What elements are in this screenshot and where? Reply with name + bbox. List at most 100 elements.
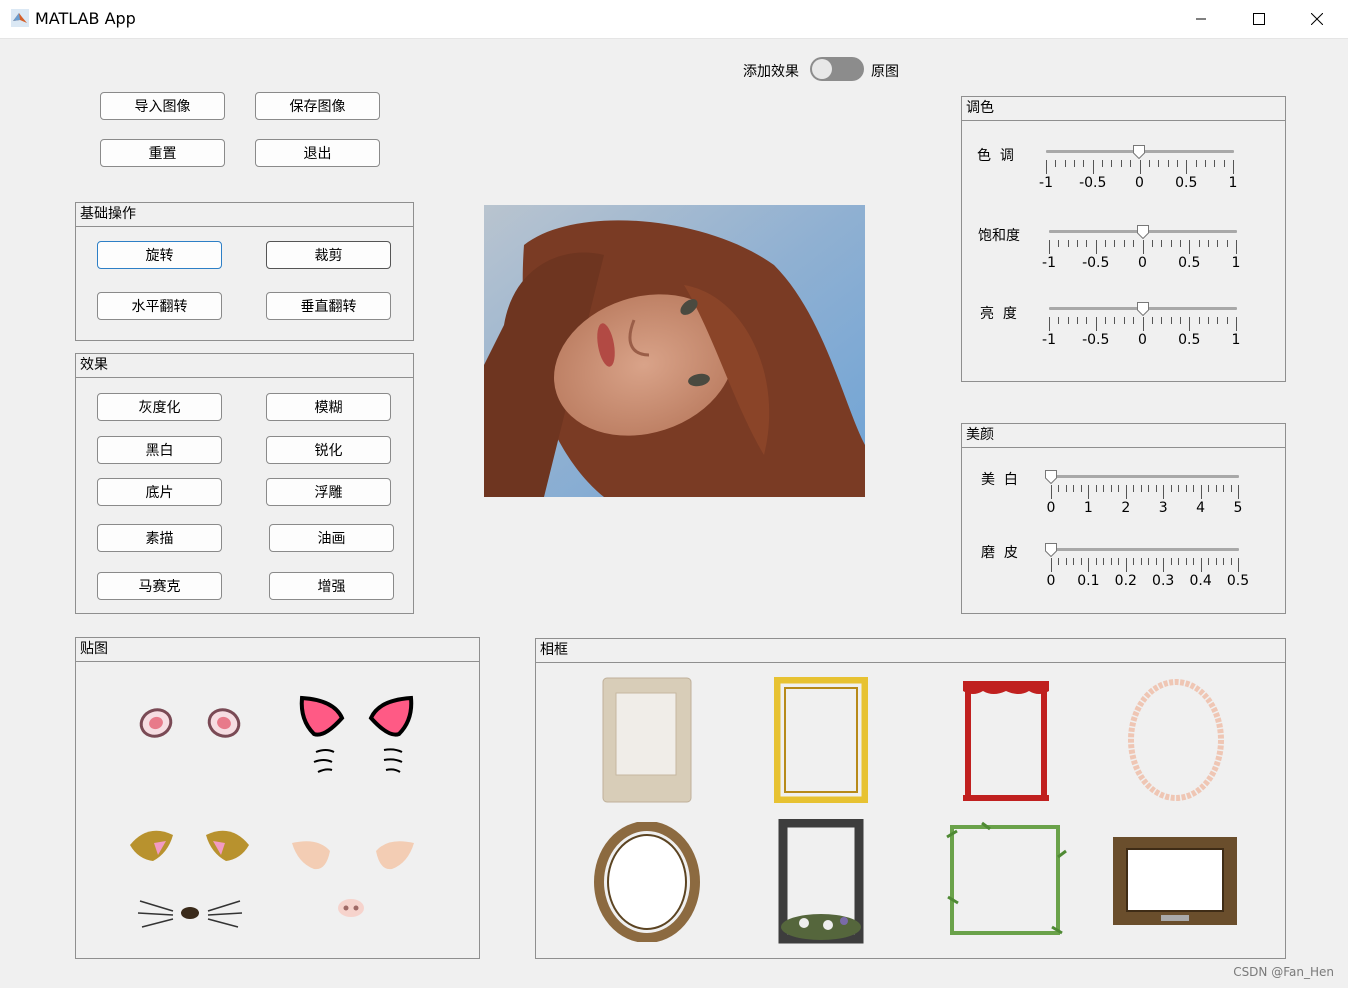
slider-tick — [1201, 485, 1202, 499]
slider-tick-label: 0.3 — [1152, 573, 1175, 589]
slider-tick — [1152, 240, 1153, 247]
toggle-knob[interactable] — [812, 59, 832, 79]
wooden-frame[interactable] — [1111, 835, 1239, 927]
slider-tick-label: 0.4 — [1189, 573, 1212, 589]
slider-tick — [1186, 485, 1187, 492]
slider-tick — [1111, 485, 1112, 492]
slider-ticks — [1049, 317, 1237, 331]
slider-tick — [1224, 160, 1225, 167]
emboss-button[interactable]: 浮雕 — [266, 478, 391, 506]
slider-tick — [1208, 558, 1209, 565]
gold-ornate-frame[interactable] — [774, 677, 868, 803]
slider-tick — [1046, 160, 1047, 174]
slider-tick — [1074, 160, 1075, 167]
minimize-button[interactable] — [1172, 0, 1230, 38]
slider-track[interactable] — [1051, 475, 1239, 478]
slider-thumb[interactable] — [1045, 543, 1057, 557]
slider-tick-label: -0.5 — [1082, 255, 1110, 271]
slider-tick — [1199, 317, 1200, 324]
reset-button[interactable]: 重置 — [100, 139, 225, 167]
close-button[interactable] — [1288, 0, 1346, 38]
slider-tick — [1148, 558, 1149, 565]
slider-tick-label: 0.1 — [1077, 573, 1100, 589]
blur-button[interactable]: 模糊 — [266, 393, 391, 421]
smoothing-slider[interactable]: 0 0.1 0.2 0.3 0.4 0.5 — [1045, 543, 1249, 593]
slider-tick — [1051, 558, 1052, 572]
import-image-button[interactable]: 导入图像 — [100, 92, 225, 120]
slider-track[interactable] — [1051, 548, 1239, 551]
slider-tick — [1163, 558, 1164, 572]
brightness-slider[interactable]: -1 -0.5 0 0.5 1 — [1042, 302, 1240, 352]
slider-tick — [1121, 160, 1122, 167]
slider-tick — [1126, 558, 1127, 572]
red-curtain-frame[interactable] — [959, 677, 1053, 803]
slider-tick — [1177, 160, 1178, 167]
saturation-slider[interactable]: -1 -0.5 0 0.5 1 — [1042, 225, 1240, 275]
slider-tick — [1124, 240, 1125, 247]
slider-tick — [1118, 558, 1119, 565]
slider-tick — [1077, 240, 1078, 247]
panel-title: 效果 — [76, 354, 413, 378]
crop-button[interactable]: 裁剪 — [266, 241, 391, 269]
slider-tick — [1156, 485, 1157, 492]
effect-toggle-switch[interactable] — [810, 57, 864, 81]
frames-panel: 相框 — [535, 638, 1286, 959]
slider-tick — [1055, 160, 1056, 167]
mosaic-button[interactable]: 马赛克 — [97, 572, 222, 600]
grayscale-button[interactable]: 灰度化 — [97, 393, 222, 421]
title-bar: MATLAB App — [0, 0, 1348, 39]
slider-tick-label: 0 — [1046, 500, 1056, 516]
oil-painting-button[interactable]: 油画 — [269, 524, 394, 552]
dog-ears-nose-sticker[interactable] — [128, 823, 253, 938]
enhance-button[interactable]: 增强 — [269, 572, 394, 600]
slider-tick — [1205, 160, 1206, 167]
panel-title: 相框 — [536, 639, 1285, 663]
portrait-photo — [484, 205, 865, 497]
hue-slider[interactable]: -1 -0.5 0 0.5 1 — [1039, 145, 1237, 195]
sketch-button[interactable]: 素描 — [97, 524, 222, 552]
bronze-oval-frame[interactable] — [594, 822, 700, 942]
save-image-button[interactable]: 保存图像 — [255, 92, 380, 120]
slider-tick — [1186, 160, 1187, 174]
slider-tick-label: 4 — [1196, 500, 1206, 516]
slider-thumb[interactable] — [1132, 145, 1145, 159]
slider-tick — [1081, 558, 1082, 565]
maximize-button[interactable] — [1230, 0, 1288, 38]
toggle-label-original: 原图 — [871, 64, 899, 80]
slider-tick-label: 0.5 — [1175, 175, 1198, 191]
slider-thumb[interactable] — [1045, 470, 1057, 484]
slider-tick — [1214, 160, 1215, 167]
slider-thumb[interactable] — [1136, 302, 1149, 316]
slider-tick — [1096, 240, 1097, 254]
slider-tick-label: -1 — [1039, 175, 1053, 191]
whitening-slider[interactable]: 0 1 2 3 4 5 — [1045, 470, 1242, 520]
slider-tick-label: 0.5 — [1226, 573, 1250, 589]
slider-thumb[interactable] — [1136, 225, 1149, 239]
pig-ears-nose-sticker[interactable] — [288, 833, 418, 923]
sharpen-button[interactable]: 锐化 — [266, 436, 391, 464]
slider-tick — [1058, 485, 1059, 492]
exit-button[interactable]: 退出 — [255, 139, 380, 167]
black-white-button[interactable]: 黑白 — [97, 436, 222, 464]
slider-tick — [1051, 485, 1052, 499]
black-floral-frame[interactable] — [776, 819, 866, 945]
pink-oval-frame[interactable] — [1126, 677, 1226, 803]
negative-button[interactable]: 底片 — [97, 478, 222, 506]
bamboo-frame[interactable] — [942, 817, 1068, 943]
vertical-flip-button[interactable]: 垂直翻转 — [266, 292, 391, 320]
slider-tick — [1058, 240, 1059, 247]
horizontal-flip-button[interactable]: 水平翻转 — [97, 292, 222, 320]
cat-ears-whiskers-sticker[interactable] — [294, 690, 419, 785]
vintage-paper-frame[interactable] — [602, 677, 692, 803]
slider-tick — [1077, 317, 1078, 324]
slider-tick — [1178, 485, 1179, 492]
pink-ears-sticker[interactable] — [136, 698, 246, 748]
slider-tick — [1161, 317, 1162, 324]
slider-tick — [1068, 317, 1069, 324]
slider-tick — [1231, 485, 1232, 492]
slider-tick — [1058, 317, 1059, 324]
brightness-label: 亮 度 — [980, 306, 1017, 322]
slider-tick-label: -0.5 — [1079, 175, 1107, 191]
rotate-button[interactable]: 旋转 — [97, 241, 222, 269]
slider-tick — [1189, 317, 1190, 331]
